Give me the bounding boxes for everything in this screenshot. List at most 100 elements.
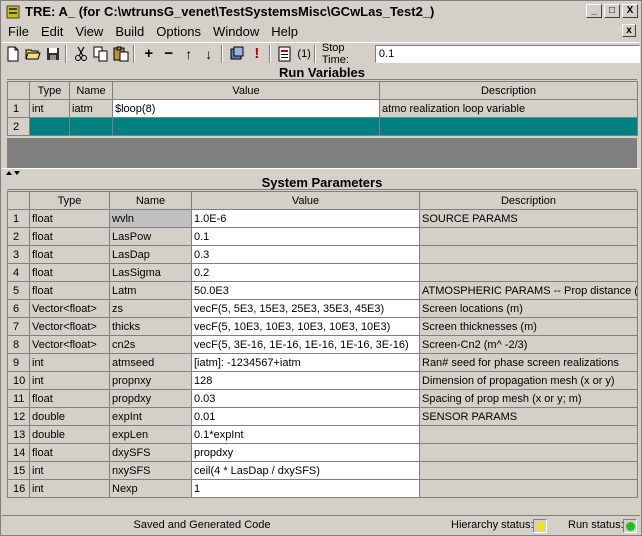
table-row[interactable]: 2 float LasPow 0.1 <box>7 227 638 246</box>
name-cell[interactable]: dxySFS <box>109 443 192 462</box>
row-number[interactable]: 6 <box>7 299 30 318</box>
row-number[interactable]: 14 <box>7 443 30 462</box>
menu-edit[interactable]: Edit <box>35 24 69 39</box>
row-number[interactable]: 5 <box>7 281 30 300</box>
column-header-type[interactable]: Type <box>29 191 110 210</box>
menu-help[interactable]: Help <box>265 24 304 39</box>
add-row-icon[interactable]: + <box>139 44 158 64</box>
table-row[interactable]: 5 float Latm 50.0E3 ATMOSPHERIC PARAMS -- Pr… <box>7 281 638 300</box>
description-cell[interactable]: Screen thicknesses (m) <box>419 317 638 336</box>
description-cell[interactable] <box>419 263 638 282</box>
move-down-icon[interactable]: ↓ <box>199 44 218 64</box>
name-cell[interactable]: LasDap <box>109 245 192 264</box>
name-cell[interactable]: LasSigma <box>109 263 192 282</box>
description-cell[interactable] <box>419 227 638 246</box>
table-row[interactable]: 12 double expInt 0.01 SENSOR PARAMS <box>7 407 638 426</box>
name-cell[interactable]: atmseed <box>109 353 192 372</box>
column-header-name[interactable]: Name <box>109 191 192 210</box>
value-cell[interactable]: ceil(4 * LasDap / dxySFS) <box>191 461 420 480</box>
description-cell[interactable]: Spacing of prop mesh (x or y; m) <box>419 389 638 408</box>
description-cell[interactable]: ATMOSPHERIC PARAMS -- Prop distance (m) <box>419 281 638 300</box>
type-cell[interactable]: float <box>29 245 110 264</box>
menu-window[interactable]: Window <box>207 24 265 39</box>
column-header-name[interactable]: Name <box>69 81 113 100</box>
row-number[interactable]: 12 <box>7 407 30 426</box>
value-cell[interactable]: [iatm]: -1234567+iatm <box>191 353 420 372</box>
table-row-selected[interactable]: 2 <box>7 117 638 136</box>
name-cell[interactable] <box>69 117 113 136</box>
minimize-button[interactable]: _ <box>586 4 602 18</box>
type-cell[interactable] <box>29 117 70 136</box>
value-cell[interactable] <box>112 117 380 136</box>
description-cell[interactable]: SENSOR PARAMS <box>419 407 638 426</box>
table-row[interactable]: 1 int iatm $loop(8) atmo realization loo… <box>7 99 638 118</box>
new-file-icon[interactable] <box>3 44 22 64</box>
row-number[interactable]: 8 <box>7 335 30 354</box>
type-cell[interactable]: Vector<float> <box>29 317 110 336</box>
document-close-button[interactable]: x <box>622 24 636 37</box>
value-cell[interactable]: 0.2 <box>191 263 420 282</box>
stop-time-input[interactable] <box>374 44 640 63</box>
value-cell[interactable]: 0.03 <box>191 389 420 408</box>
type-cell[interactable]: int <box>29 461 110 480</box>
description-cell[interactable]: atmo realization loop variable <box>379 99 638 118</box>
column-header-description[interactable]: Description <box>419 191 638 210</box>
table-row[interactable]: 3 float LasDap 0.3 <box>7 245 638 264</box>
value-cell[interactable]: vecF(5, 3E-16, 1E-16, 1E-16, 1E-16, 3E-1… <box>191 335 420 354</box>
print-icon[interactable] <box>275 44 294 64</box>
value-cell[interactable]: 0.1*expInt <box>191 425 420 444</box>
type-cell[interactable]: int <box>29 353 110 372</box>
type-cell[interactable]: int <box>29 479 110 498</box>
menu-build[interactable]: Build <box>109 24 150 39</box>
column-header-value[interactable]: Value <box>112 81 380 100</box>
close-button[interactable]: X <box>622 4 638 18</box>
column-header-description[interactable]: Description <box>379 81 638 100</box>
name-cell[interactable]: Latm <box>109 281 192 300</box>
row-number[interactable]: 7 <box>7 317 30 336</box>
type-cell[interactable]: float <box>29 263 110 282</box>
row-number[interactable]: 10 <box>7 371 30 390</box>
table-row[interactable]: 10 int propnxy 128 Dimension of propagation … <box>7 371 638 390</box>
name-cell[interactable]: wvln <box>109 209 192 228</box>
name-cell[interactable]: nxySFS <box>109 461 192 480</box>
description-cell[interactable] <box>419 479 638 498</box>
type-cell[interactable]: int <box>29 99 70 118</box>
value-cell[interactable]: 0.01 <box>191 407 420 426</box>
type-cell[interactable]: int <box>29 371 110 390</box>
table-row[interactable]: 14 float dxySFS propdxy <box>7 443 638 462</box>
paste-icon[interactable] <box>111 44 130 64</box>
move-up-icon[interactable]: ↑ <box>179 44 198 64</box>
cut-icon[interactable] <box>71 44 90 64</box>
name-cell[interactable]: iatm <box>69 99 113 118</box>
description-cell[interactable] <box>379 117 638 136</box>
value-cell[interactable]: 1.0E-6 <box>191 209 420 228</box>
value-cell[interactable]: 0.3 <box>191 245 420 264</box>
run-icon[interactable]: ! <box>247 44 266 64</box>
description-cell[interactable]: SOURCE PARAMS <box>419 209 638 228</box>
description-cell[interactable] <box>419 461 638 480</box>
description-cell[interactable] <box>419 443 638 462</box>
menu-file[interactable]: File <box>2 24 35 39</box>
name-cell[interactable]: expLen <box>109 425 192 444</box>
table-row[interactable]: 4 float LasSigma 0.2 <box>7 263 638 282</box>
menu-view[interactable]: View <box>69 24 109 39</box>
type-cell[interactable]: float <box>29 209 110 228</box>
column-header-value[interactable]: Value <box>191 191 420 210</box>
type-cell[interactable]: Vector<float> <box>29 299 110 318</box>
name-cell[interactable]: expInt <box>109 407 192 426</box>
type-cell[interactable]: float <box>29 281 110 300</box>
name-cell[interactable]: Nexp <box>109 479 192 498</box>
description-cell[interactable]: Screen locations (m) <box>419 299 638 318</box>
row-number[interactable]: 4 <box>7 263 30 282</box>
table-row[interactable]: 6 Vector<float> zs vecF(5, 5E3, 15E3, 25E3,… <box>7 299 638 318</box>
description-cell[interactable]: Screen-Cn2 (m^ -2/3) <box>419 335 638 354</box>
name-cell[interactable]: thicks <box>109 317 192 336</box>
save-icon[interactable] <box>43 44 62 64</box>
table-row[interactable]: 8 Vector<float> cn2s vecF(5, 3E-16, 1E-16, … <box>7 335 638 354</box>
description-cell[interactable] <box>419 245 638 264</box>
type-cell[interactable]: double <box>29 425 110 444</box>
row-number[interactable]: 3 <box>7 245 30 264</box>
maximize-button[interactable]: □ <box>604 4 620 18</box>
row-number[interactable]: 9 <box>7 353 30 372</box>
row-number[interactable]: 1 <box>7 99 30 118</box>
